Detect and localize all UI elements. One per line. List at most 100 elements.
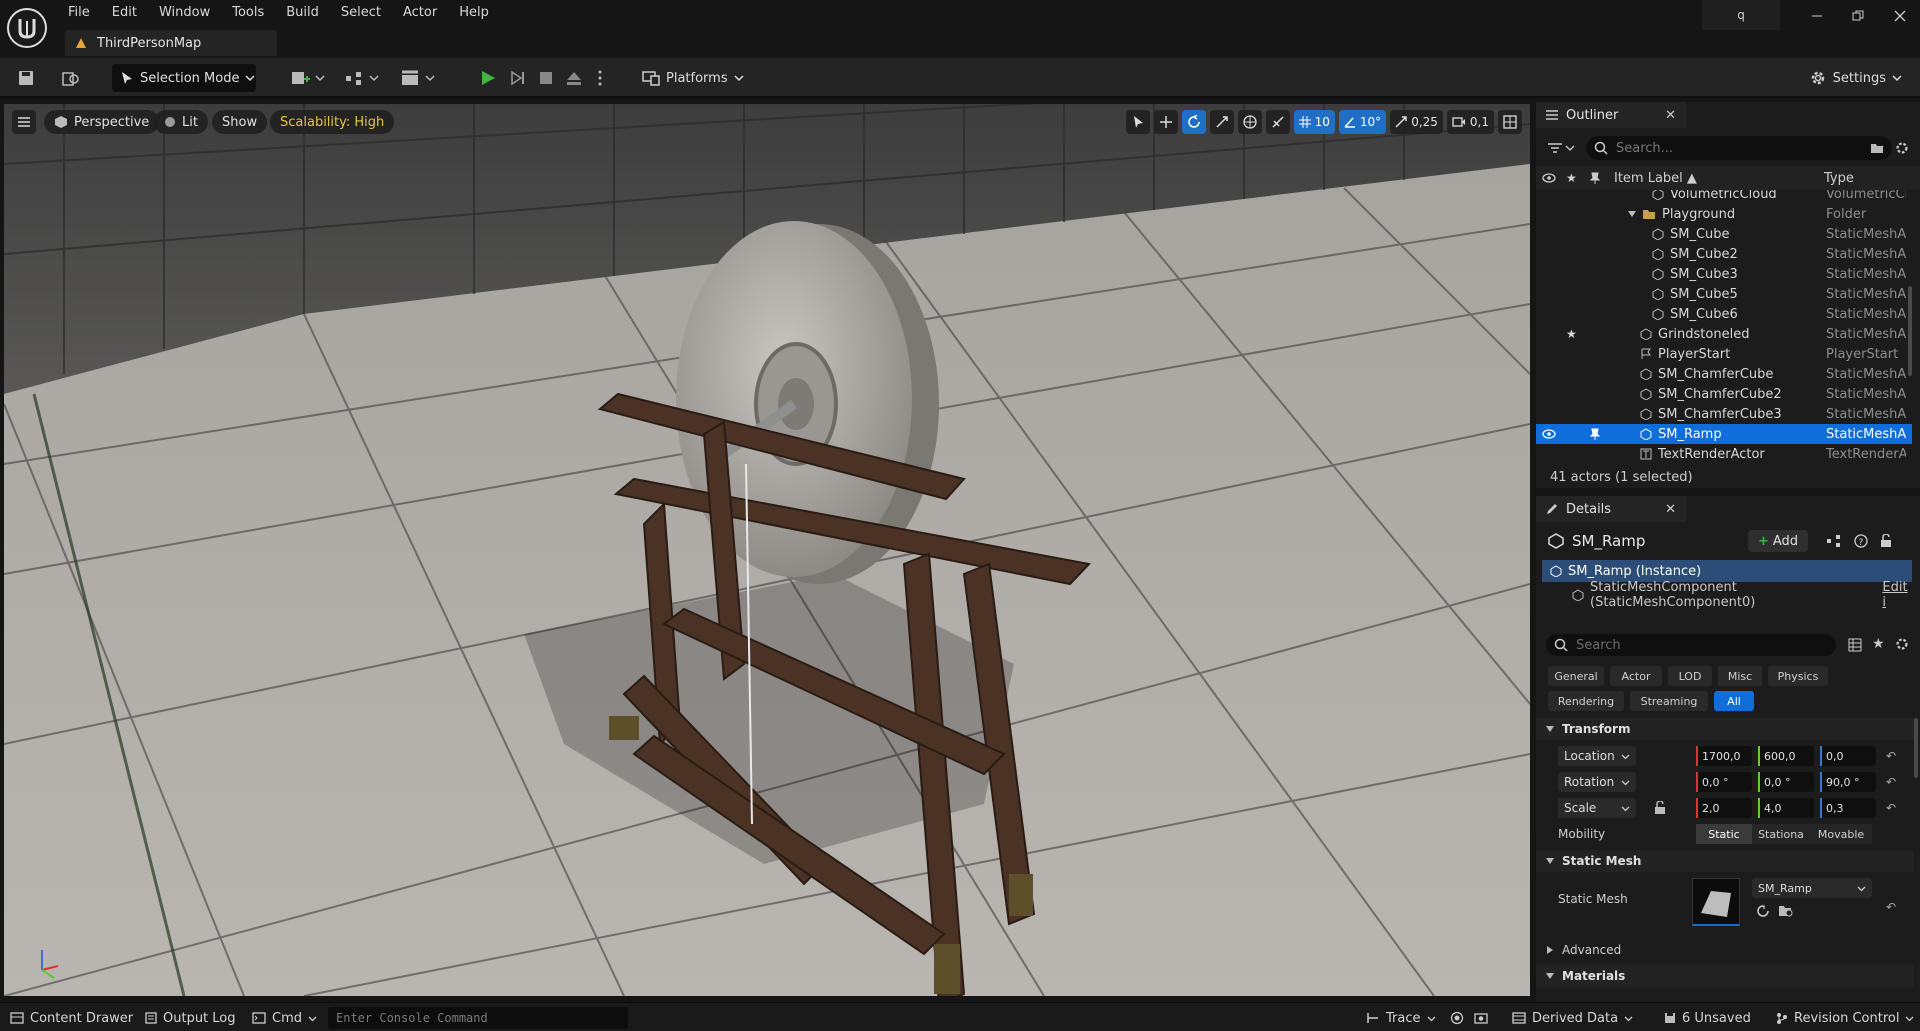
category-misc[interactable]: Misc — [1718, 666, 1762, 686]
rotate-tool-icon[interactable] — [1181, 110, 1206, 134]
category-rendering[interactable]: Rendering — [1548, 691, 1624, 711]
add-component-button[interactable]: + Add — [1748, 530, 1808, 552]
record-icon[interactable] — [1450, 1007, 1464, 1029]
outliner-settings-icon[interactable] — [1894, 140, 1910, 156]
details-search-input[interactable]: Search — [1546, 634, 1836, 656]
category-streaming[interactable]: Streaming — [1630, 691, 1708, 711]
outliner-tab[interactable]: Outliner ✕ — [1536, 102, 1686, 128]
mobility-movable-option[interactable]: Movable — [1810, 824, 1872, 844]
stop-icon[interactable] — [534, 66, 558, 90]
materials-section-header[interactable]: Materials — [1536, 965, 1914, 987]
list-item-selected[interactable]: SM_Ramp StaticMeshA — [1536, 424, 1912, 444]
rotation-z-field[interactable]: 90,0 ° — [1820, 772, 1876, 792]
use-selected-asset-icon[interactable] — [1756, 904, 1770, 918]
location-y-field[interactable]: 600,0 — [1758, 746, 1814, 766]
save-icon[interactable] — [16, 66, 36, 90]
star-icon[interactable]: ★ — [1566, 171, 1577, 185]
unreal-logo-icon[interactable] — [6, 7, 48, 49]
component-instance-row[interactable]: SM_Ramp (Instance) — [1542, 560, 1912, 582]
static-mesh-asset-dropdown[interactable]: SM_Ramp — [1752, 878, 1872, 898]
filter-icon[interactable] — [1548, 142, 1576, 154]
menu-build[interactable]: Build — [275, 2, 330, 24]
cmd-dropdown[interactable]: Cmd — [252, 1007, 317, 1029]
selection-mode-dropdown[interactable]: Selection Mode — [112, 64, 256, 92]
camera-speed-button[interactable]: 0,1 — [1446, 110, 1494, 134]
list-item[interactable]: SM_ChamferCube StaticMeshA — [1536, 364, 1912, 384]
grid-snap-toggle[interactable]: 10 — [1293, 110, 1335, 134]
list-item[interactable]: SM_Cube5 StaticMeshA — [1536, 284, 1912, 304]
scale-snap-toggle[interactable]: 0,25 — [1390, 110, 1443, 134]
location-x-field[interactable]: 1700,0 — [1696, 746, 1752, 766]
star-icon[interactable]: ★ — [1566, 327, 1577, 341]
scale-dropdown[interactable]: Scale — [1558, 798, 1636, 818]
list-item[interactable]: SM_Cube6 StaticMeshA — [1536, 304, 1912, 324]
menu-edit[interactable]: Edit — [101, 2, 148, 24]
cinematics-icon[interactable] — [398, 66, 438, 90]
play-icon[interactable] — [476, 66, 500, 90]
scale-tool-icon[interactable] — [1209, 110, 1234, 134]
console-command-input[interactable]: Enter Console Command — [328, 1007, 628, 1029]
category-lod[interactable]: LOD — [1668, 666, 1712, 686]
mesh-thumbnail[interactable] — [1692, 878, 1740, 926]
reset-to-default-icon[interactable]: ↶ — [1886, 775, 1896, 789]
list-item[interactable]: TextRenderActor TextRenderA — [1536, 444, 1912, 460]
transform-section-header[interactable]: Transform — [1536, 718, 1914, 740]
close-tab-icon[interactable]: ✕ — [1665, 502, 1676, 517]
translate-tool-icon[interactable] — [1153, 110, 1178, 134]
pin-icon[interactable] — [1590, 428, 1600, 440]
rotation-snap-toggle[interactable]: 10° — [1338, 110, 1387, 134]
mobility-stationary-option[interactable]: Stationa — [1752, 824, 1810, 844]
menu-window[interactable]: Window — [148, 2, 221, 24]
category-all[interactable]: All — [1714, 691, 1754, 711]
category-physics[interactable]: Physics — [1768, 666, 1828, 686]
select-tool-icon[interactable] — [1125, 110, 1150, 134]
menu-tools[interactable]: Tools — [221, 2, 275, 24]
platforms-dropdown[interactable]: Platforms — [642, 66, 744, 90]
scale-y-field[interactable]: 4,0 — [1758, 798, 1814, 818]
list-item[interactable]: PlayerStart PlayerStart — [1536, 344, 1912, 364]
mobility-static-option[interactable]: Static — [1696, 824, 1752, 844]
outliner-scrollbar[interactable] — [1908, 286, 1912, 376]
advance-frame-icon[interactable] — [506, 66, 530, 90]
eject-icon[interactable] — [562, 66, 586, 90]
list-item[interactable]: SM_Cube3 StaticMeshA — [1536, 264, 1912, 284]
outliner-search-input[interactable]: Search... — [1586, 136, 1892, 160]
edit-component-link[interactable]: Edit i — [1882, 580, 1912, 610]
more-options-icon[interactable] — [592, 66, 608, 90]
add-folder-icon[interactable] — [1870, 142, 1884, 154]
rotation-y-field[interactable]: 0,0 ° — [1758, 772, 1814, 792]
pin-icon[interactable] — [1590, 172, 1600, 184]
screenshot-icon[interactable] — [1474, 1007, 1488, 1029]
list-item[interactable]: SM_ChamferCube2 StaticMeshA — [1536, 384, 1912, 404]
reset-to-default-icon[interactable]: ↶ — [1886, 900, 1896, 914]
level-viewport[interactable]: Perspective Lit Show Scalability: High 1… — [4, 104, 1530, 996]
static-mesh-section-header[interactable]: Static Mesh — [1536, 850, 1914, 872]
table-view-icon[interactable] — [1848, 638, 1862, 652]
title-search-box[interactable]: q — [1702, 0, 1780, 30]
menu-help[interactable]: Help — [448, 2, 500, 24]
level-tab[interactable]: ThirdPersonMap — [65, 30, 277, 56]
list-item[interactable]: SM_Cube StaticMeshA — [1536, 224, 1912, 244]
surface-snap-icon[interactable] — [1265, 110, 1290, 134]
details-settings-icon[interactable] — [1894, 636, 1910, 652]
rotation-dropdown[interactable]: Rotation — [1558, 772, 1636, 792]
location-z-field[interactable]: 0,0 — [1820, 746, 1876, 766]
browse-asset-icon[interactable] — [1778, 904, 1794, 918]
list-item[interactable]: SM_Cube2 StaticMeshA — [1536, 244, 1912, 264]
add-actor-icon[interactable] — [288, 66, 328, 90]
revision-control-dropdown[interactable]: Revision Control — [1776, 1007, 1914, 1029]
scale-z-field[interactable]: 0,3 — [1820, 798, 1876, 818]
unsaved-button[interactable]: 6 Unsaved — [1664, 1007, 1751, 1029]
settings-dropdown[interactable]: Settings — [1809, 66, 1902, 90]
content-drawer-button[interactable]: Content Drawer — [10, 1007, 133, 1029]
layout-icon[interactable] — [1498, 110, 1522, 134]
scalability-warning[interactable]: Scalability: High — [270, 110, 395, 134]
component-row[interactable]: StaticMeshComponent (StaticMeshComponent… — [1542, 580, 1912, 610]
perspective-button[interactable]: Perspective — [44, 110, 160, 134]
type-column-header[interactable]: Type — [1824, 171, 1854, 186]
restore-icon[interactable] — [1838, 0, 1878, 32]
visibility-icon[interactable] — [1542, 429, 1556, 439]
browse-icon[interactable] — [60, 66, 82, 90]
favorites-star-icon[interactable]: ★ — [1872, 636, 1885, 652]
details-scrollbar[interactable] — [1914, 718, 1918, 778]
